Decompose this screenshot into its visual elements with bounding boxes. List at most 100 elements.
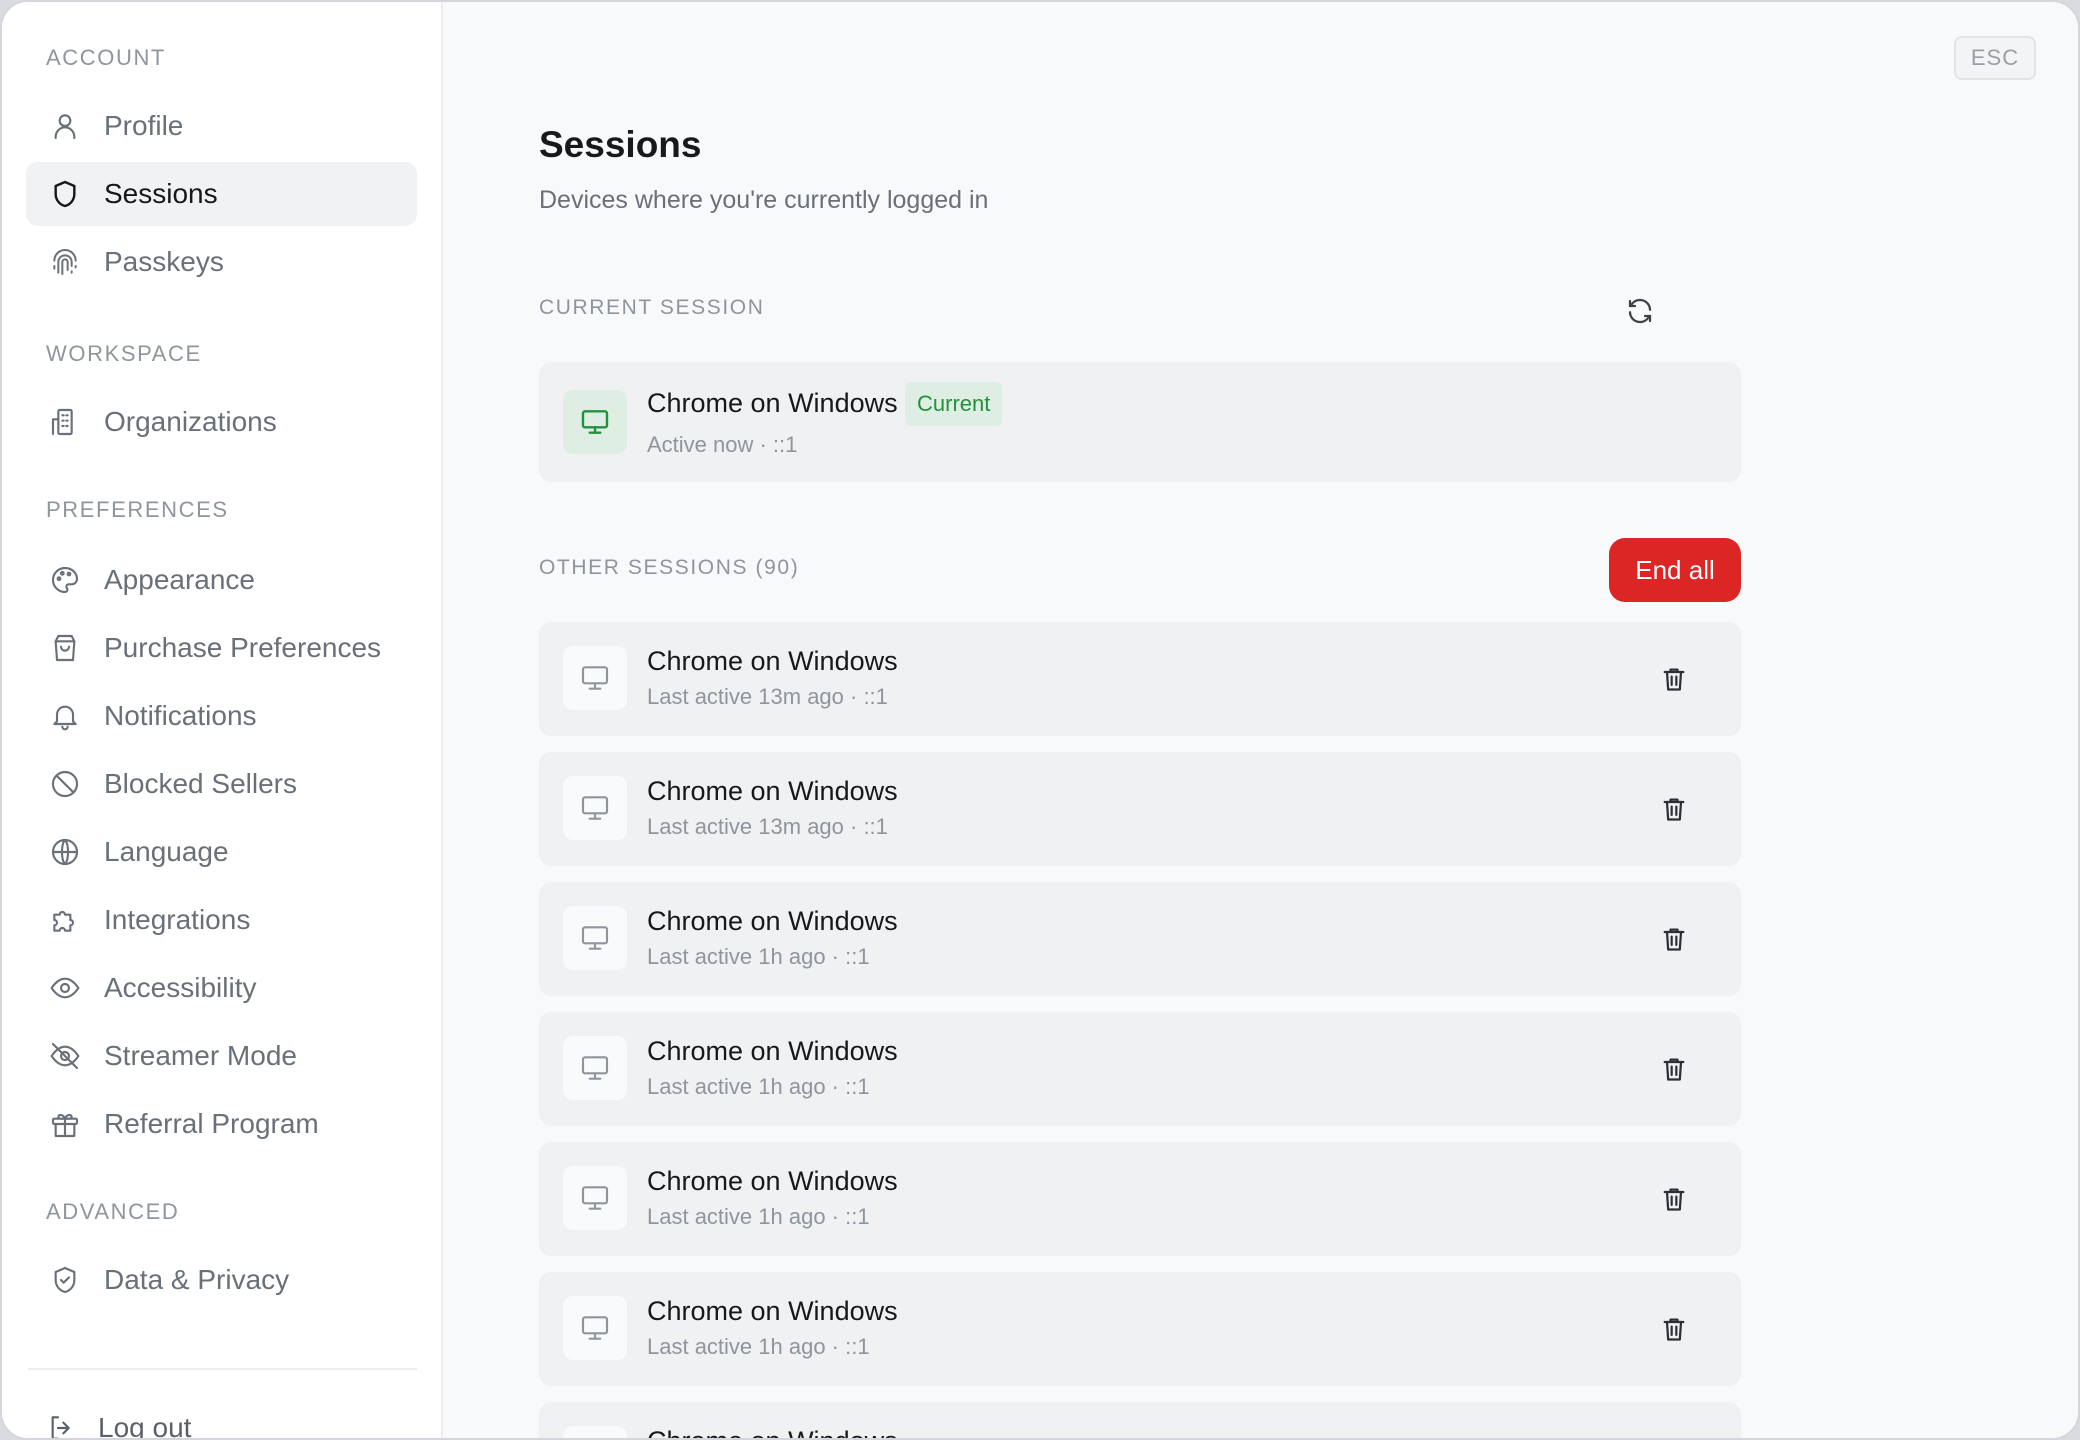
eye-icon [48,971,82,1005]
refresh-button[interactable] [1617,288,1663,334]
sidebar-item-label: Streamer Mode [104,1040,297,1071]
delete-session-button[interactable] [1653,918,1695,960]
sidebar-item-accessibility[interactable]: Accessibility [26,956,417,1020]
session-meta: Last active 1h ago · ::1 [647,1334,870,1359]
sidebar-item-label: Profile [104,110,184,141]
trash-icon [1663,928,1685,951]
monitor-icon [563,390,627,454]
shopping-bag-icon [48,631,82,665]
bell-icon [48,699,82,733]
monitor-icon [563,776,627,840]
session-meta: Last active 1h ago · ::1 [647,944,870,969]
page-subtitle: Devices where you're currently logged in [539,186,989,214]
monitor-icon [563,1426,627,1438]
sidebar-item-label: Appearance [104,564,256,595]
section-label-preferences: PREFERENCES [46,497,229,522]
section-label-workspace: WORKSPACE [46,341,202,366]
nav-advanced: Data & Privacy [26,1248,417,1312]
user-icon [48,109,82,143]
section-label-advanced: ADVANCED [46,1199,180,1224]
session-device: Chrome on Windows [647,388,898,418]
current-session-label: CURRENT SESSION [539,296,765,319]
logout-label: Log out [98,1412,192,1440]
refresh-icon [1628,298,1652,324]
sidebar-item-passkeys[interactable]: Passkeys [26,230,417,294]
nav-workspace: Organizations [26,390,417,454]
sidebar-item-label: Accessibility [104,972,257,1003]
globe-icon [48,835,82,869]
session-row: Chrome on Windows Last active 1h ago · :… [539,1272,1741,1386]
session-meta: Last active 1h ago · ::1 [647,1074,870,1099]
sidebar-item-label: Language [104,836,229,867]
sidebar-item-sessions[interactable]: Sessions [26,162,417,226]
monitor-icon [563,1296,627,1360]
main-panel: ESC Sessions Devices where you're curren… [443,2,2078,1438]
sidebar-item-label: Purchase Preferences [104,632,382,663]
trash-icon [1663,798,1685,821]
session-meta: Last active 13m ago · ::1 [647,814,888,839]
sidebar-item-label: Referral Program [104,1108,319,1139]
palette-icon [48,563,82,597]
gift-icon [48,1107,82,1141]
session-device: Chrome on Windows [647,906,898,936]
sidebar-item-blocked-sellers[interactable]: Blocked Sellers [26,752,417,816]
logout-icon [51,1416,70,1438]
sidebar-item-notifications[interactable]: Notifications [26,684,417,748]
sidebar-item-referral-program[interactable]: Referral Program [26,1092,417,1156]
session-row: Chrome on Windows Last active 1h ago · :… [539,1012,1741,1126]
session-row: Chrome on Windows Last active 1h ago · :… [539,1142,1741,1256]
sidebar-item-integrations[interactable]: Integrations [26,888,417,952]
section-label-account: ACCOUNT [46,45,166,70]
session-meta: Last active 13m ago · ::1 [647,684,888,709]
sidebar-item-language[interactable]: Language [26,820,417,884]
session-device: Chrome on Windows [647,1166,898,1196]
monitor-icon [563,906,627,970]
session-device: Chrome on Windows [647,1426,898,1438]
sidebar-item-purchase-preferences[interactable]: Purchase Preferences [26,616,417,680]
sidebar-item-label: Notifications [104,700,257,731]
logout-button[interactable]: Log out [46,1412,192,1440]
shield-icon [48,177,82,211]
sidebar-item-streamer-mode[interactable]: Streamer Mode [26,1024,417,1088]
sidebar-item-label: Organizations [104,406,277,437]
session-meta: Active now · ::1 [647,432,798,457]
session-device: Chrome on Windows [647,776,898,806]
monitor-icon [563,1036,627,1100]
monitor-icon [563,646,627,710]
trash-icon [1663,668,1685,691]
delete-session-button[interactable] [1653,1048,1695,1090]
delete-session-button[interactable] [1653,658,1695,700]
page-title: Sessions [539,124,702,165]
eye-off-icon [48,1039,82,1073]
sidebar-item-profile[interactable]: Profile [26,94,417,158]
sidebar-item-data-privacy[interactable]: Data & Privacy [26,1248,417,1312]
puzzle-icon [48,903,82,937]
sidebar: ACCOUNT Profile Sessions Passkeys WORKSP… [2,2,443,1438]
sidebar-item-organizations[interactable]: Organizations [26,390,417,454]
session-meta: Last active 1h ago · ::1 [647,1204,870,1229]
current-badge: Current [905,382,1003,426]
session-row: Chrome on Windows [539,1402,1741,1438]
delete-session-button[interactable] [1653,1308,1695,1350]
session-device: Chrome on Windows [647,1296,898,1326]
nav-preferences: Appearance Purchase Preferences Notifica… [26,548,417,1156]
delete-session-button[interactable] [1653,1178,1695,1220]
session-row: Chrome on Windows Last active 1h ago · :… [539,882,1741,996]
fingerprint-icon [48,245,82,279]
delete-session-button[interactable] [1653,788,1695,830]
other-sessions-label: OTHER SESSIONS (90) [539,556,800,579]
end-all-button[interactable]: End all [1609,538,1741,602]
sidebar-item-label: Integrations [104,904,251,935]
trash-icon [1663,1188,1685,1211]
current-session-card: Chrome on Windows Current Active now · :… [539,362,1741,482]
trash-icon [1663,1058,1685,1081]
building-icon [48,405,82,439]
shield-check-icon [48,1263,82,1297]
sidebar-item-label: Blocked Sellers [104,768,297,799]
sidebar-item-label: Passkeys [104,246,224,277]
esc-button[interactable]: ESC [1954,36,2036,80]
session-row: Chrome on Windows Last active 13m ago · … [539,622,1741,736]
sidebar-item-appearance[interactable]: Appearance [26,548,417,612]
session-device: Chrome on Windows [647,646,898,676]
sidebar-item-label: Sessions [104,178,218,209]
